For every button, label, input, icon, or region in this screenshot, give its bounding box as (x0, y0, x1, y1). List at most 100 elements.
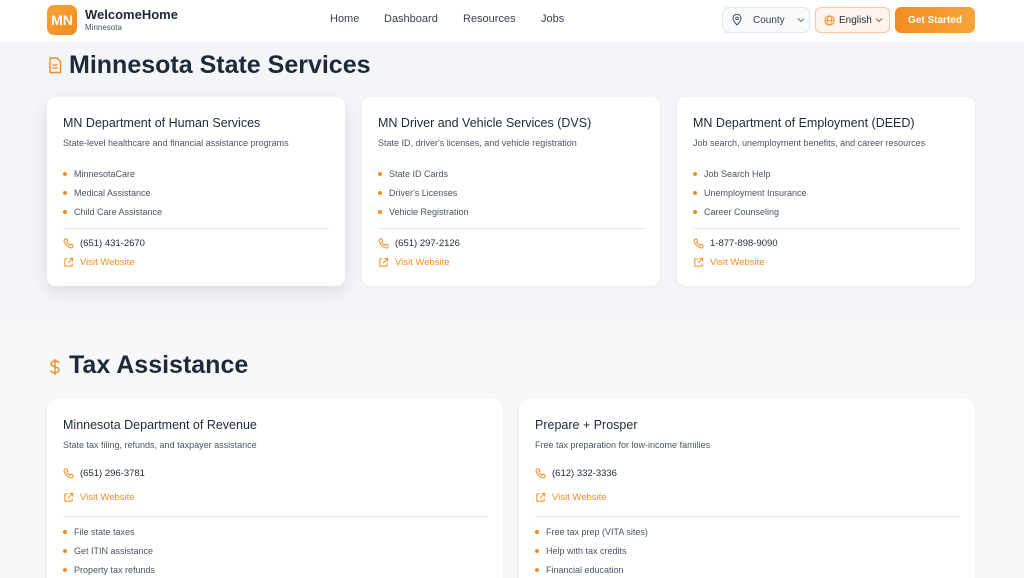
card-description: Job search, unemployment benefits, and c… (693, 138, 926, 148)
bullet-dot (693, 171, 697, 176)
list-item-label: Vehicle Registration (389, 206, 469, 217)
card-description: Free tax preparation for low-income fami… (535, 440, 711, 450)
brand-subtitle: Minnesota (85, 23, 122, 32)
visit-website-link[interactable]: Visit Website (63, 492, 135, 503)
list-item: MinnesotaCare (63, 164, 162, 183)
bullet-dot (535, 548, 539, 553)
list-item: Get ITIN assistance (63, 541, 155, 560)
service-card: MN Driver and Vehicle Services (DVS) Sta… (362, 97, 660, 286)
bullet-dot (535, 529, 539, 534)
list-item-label: Child Care Assistance (74, 206, 163, 217)
phone-number: (651) 431-2670 (80, 238, 145, 249)
language-select[interactable]: English (815, 7, 890, 33)
phone-number: (612) 332-3336 (552, 468, 617, 479)
phone-number: 1-877-898-9090 (710, 238, 778, 249)
divider (378, 228, 644, 229)
list-item: Driver's Licenses (378, 183, 469, 202)
service-list: MinnesotaCare Medical Assistance Child C… (63, 164, 162, 221)
external-link-icon (536, 492, 546, 502)
language-select-label: English (839, 14, 872, 26)
bullet-dot (63, 548, 67, 553)
external-link-icon (379, 257, 389, 267)
brand-name[interactable]: WelcomeHome (85, 7, 178, 22)
phone-link[interactable]: (651) 296-3781 (63, 468, 145, 479)
list-item-label: Unemployment Insurance (704, 187, 807, 198)
card-description: State ID, driver's licenses, and vehicle… (378, 138, 577, 148)
chevron-down-icon (797, 18, 805, 23)
bullet-dot (63, 529, 67, 534)
external-link-icon (694, 257, 704, 267)
county-select-label: County (753, 14, 785, 26)
divider (63, 228, 329, 229)
visit-website-link[interactable]: Visit Website (378, 257, 450, 268)
phone-link[interactable]: 1-877-898-9090 (693, 238, 778, 249)
tax-card: Minnesota Department of Revenue State ta… (47, 399, 503, 578)
phone-link[interactable]: (651) 297-2126 (378, 238, 460, 249)
tax-assistance-section: Tax Assistance Minnesota Department of R… (0, 320, 1024, 578)
bullet-dot (63, 567, 67, 572)
list-item: State ID Cards (378, 164, 469, 183)
list-item: Unemployment Insurance (693, 183, 807, 202)
globe-icon (824, 14, 835, 26)
phone-link[interactable]: (651) 431-2670 (63, 238, 145, 249)
card-title: Prepare + Prosper (535, 418, 638, 432)
logo-badge[interactable]: MN (47, 5, 77, 35)
nav-link-jobs[interactable]: Jobs (541, 13, 564, 25)
divider (535, 516, 959, 517)
document-icon (49, 57, 62, 74)
visit-website-link[interactable]: Visit Website (693, 257, 765, 268)
divider (63, 516, 487, 517)
list-item: Financial education (535, 560, 648, 578)
dollar-icon (50, 359, 60, 375)
bullet-dot (378, 190, 382, 195)
county-select[interactable]: County (722, 7, 810, 33)
card-title: Minnesota Department of Revenue (63, 418, 257, 432)
bullet-dot (378, 209, 382, 214)
service-list: File state taxes Get ITIN assistance Pro… (63, 522, 155, 578)
list-item-label: State ID Cards (389, 168, 449, 179)
external-link-icon (64, 492, 74, 502)
phone-link[interactable]: (612) 332-3336 (535, 468, 617, 479)
bullet-dot (63, 190, 67, 195)
list-item: Child Care Assistance (63, 202, 162, 221)
list-item-label: MinnesotaCare (74, 168, 136, 179)
list-item-label: Driver's Licenses (389, 187, 458, 198)
bullet-dot (693, 190, 697, 195)
phone-icon (63, 468, 74, 479)
card-description: State-level healthcare and financial ass… (63, 138, 289, 148)
card-title: MN Department of Employment (DEED) (693, 116, 915, 130)
phone-icon (535, 468, 546, 479)
visit-website-label: Visit Website (80, 257, 135, 268)
map-pin-icon (732, 14, 742, 26)
list-item: Job Search Help (693, 164, 807, 183)
nav-link-home[interactable]: Home (330, 13, 359, 25)
list-item-label: Property tax refunds (74, 564, 156, 575)
list-item-label: Help with tax credits (546, 545, 627, 556)
chevron-down-icon (875, 18, 883, 23)
visit-website-link[interactable]: Visit Website (535, 492, 607, 503)
divider (693, 228, 959, 229)
service-list: Free tax prep (VITA sites) Help with tax… (535, 522, 648, 578)
bullet-dot (63, 171, 67, 176)
state-services-section: Minnesota State Services MN Department o… (0, 42, 1024, 320)
service-card: MN Department of Human Services State-le… (47, 97, 345, 286)
service-list: State ID Cards Driver's Licenses Vehicle… (378, 164, 469, 221)
card-description: State tax filing, refunds, and taxpayer … (63, 440, 257, 450)
phone-number: (651) 296-3781 (80, 468, 145, 479)
list-item-label: Get ITIN assistance (74, 545, 154, 556)
section-title-state-services: Minnesota State Services (69, 51, 371, 79)
phone-icon (63, 238, 74, 249)
list-item-label: Medical Assistance (74, 187, 151, 198)
list-item: Career Counseling (693, 202, 807, 221)
list-item: File state taxes (63, 522, 155, 541)
tax-card: Prepare + Prosper Free tax preparation f… (519, 399, 975, 578)
get-started-button[interactable]: Get Started (895, 7, 975, 33)
visit-website-label: Visit Website (80, 492, 135, 503)
list-item: Property tax refunds (63, 560, 155, 578)
service-card: MN Department of Employment (DEED) Job s… (677, 97, 975, 286)
card-title: MN Driver and Vehicle Services (DVS) (378, 116, 592, 130)
card-title: MN Department of Human Services (63, 116, 261, 130)
nav-link-dashboard[interactable]: Dashboard (384, 13, 438, 25)
visit-website-link[interactable]: Visit Website (63, 257, 135, 268)
nav-link-resources[interactable]: Resources (463, 13, 516, 25)
